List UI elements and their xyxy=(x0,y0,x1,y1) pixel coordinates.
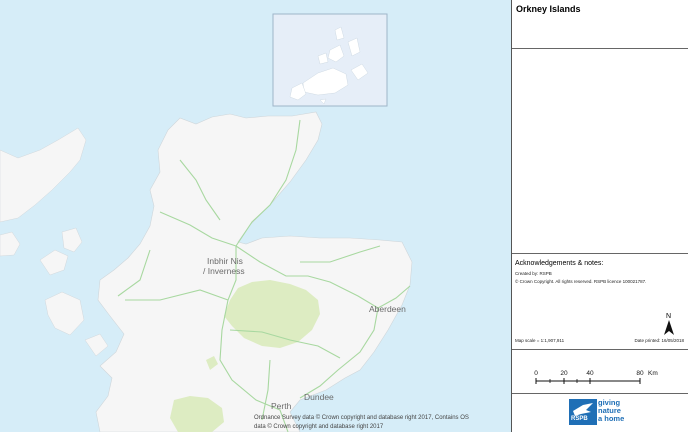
acknowledgements-box: Acknowledgements & notes: Created by: RS… xyxy=(512,254,688,350)
map-attribution: data © Crown copyright and database righ… xyxy=(254,423,384,430)
place-label: Perth xyxy=(271,401,292,411)
logo-rspb: RSPB xyxy=(571,416,588,422)
map-title: Orkney Islands xyxy=(516,4,581,14)
rspb-bird-icon: RSPB xyxy=(569,399,597,425)
scale-tick-label: 20 xyxy=(560,370,568,377)
created-by: Created by: RSPB xyxy=(515,271,552,276)
place-label: Inbhir Nis xyxy=(207,256,243,266)
map-canvas: Inbhir Nis / Inverness Aberdeen Dundee P… xyxy=(0,0,511,432)
logo-tagline: giving nature a home xyxy=(598,399,624,423)
scale-tick-label: 80 xyxy=(636,370,644,377)
logo-box: RSPB giving nature a home xyxy=(512,394,688,432)
date-printed: Date printed: 16/05/2018 xyxy=(634,338,684,343)
copyright-note: © Crown Copyright. All rights reserved. … xyxy=(515,279,647,284)
scale-unit: Km xyxy=(648,370,658,377)
scale-tick-label: 40 xyxy=(586,370,594,377)
north-arrow-icon: N xyxy=(664,313,674,335)
scale-bar-box: 0 20 40 80 Km xyxy=(512,350,688,394)
place-label: Dundee xyxy=(304,392,334,402)
legend-panel: Orkney Islands Acknowledgements & notes:… xyxy=(511,0,688,432)
logo-line: a home xyxy=(598,414,625,423)
rspb-logo: RSPB giving nature a home xyxy=(569,399,624,425)
map-scale-text: Map scale = 1:1,907,911 xyxy=(515,338,565,343)
title-box: Orkney Islands xyxy=(512,0,688,49)
scale-tick-label: 0 xyxy=(534,370,538,377)
map-layout: Inbhir Nis / Inverness Aberdeen Dundee P… xyxy=(0,0,688,432)
place-label: / Inverness xyxy=(203,266,245,276)
place-label: Aberdeen xyxy=(369,304,406,314)
north-label: N xyxy=(666,313,671,320)
map-view[interactable]: Inbhir Nis / Inverness Aberdeen Dundee P… xyxy=(0,0,511,432)
map-attribution: Ordnance Survey data © Crown copyright a… xyxy=(254,414,469,421)
ack-heading: Acknowledgements & notes: xyxy=(515,260,604,267)
scale-bar: 0 20 40 80 Km xyxy=(534,370,658,384)
legend-area xyxy=(512,49,688,254)
